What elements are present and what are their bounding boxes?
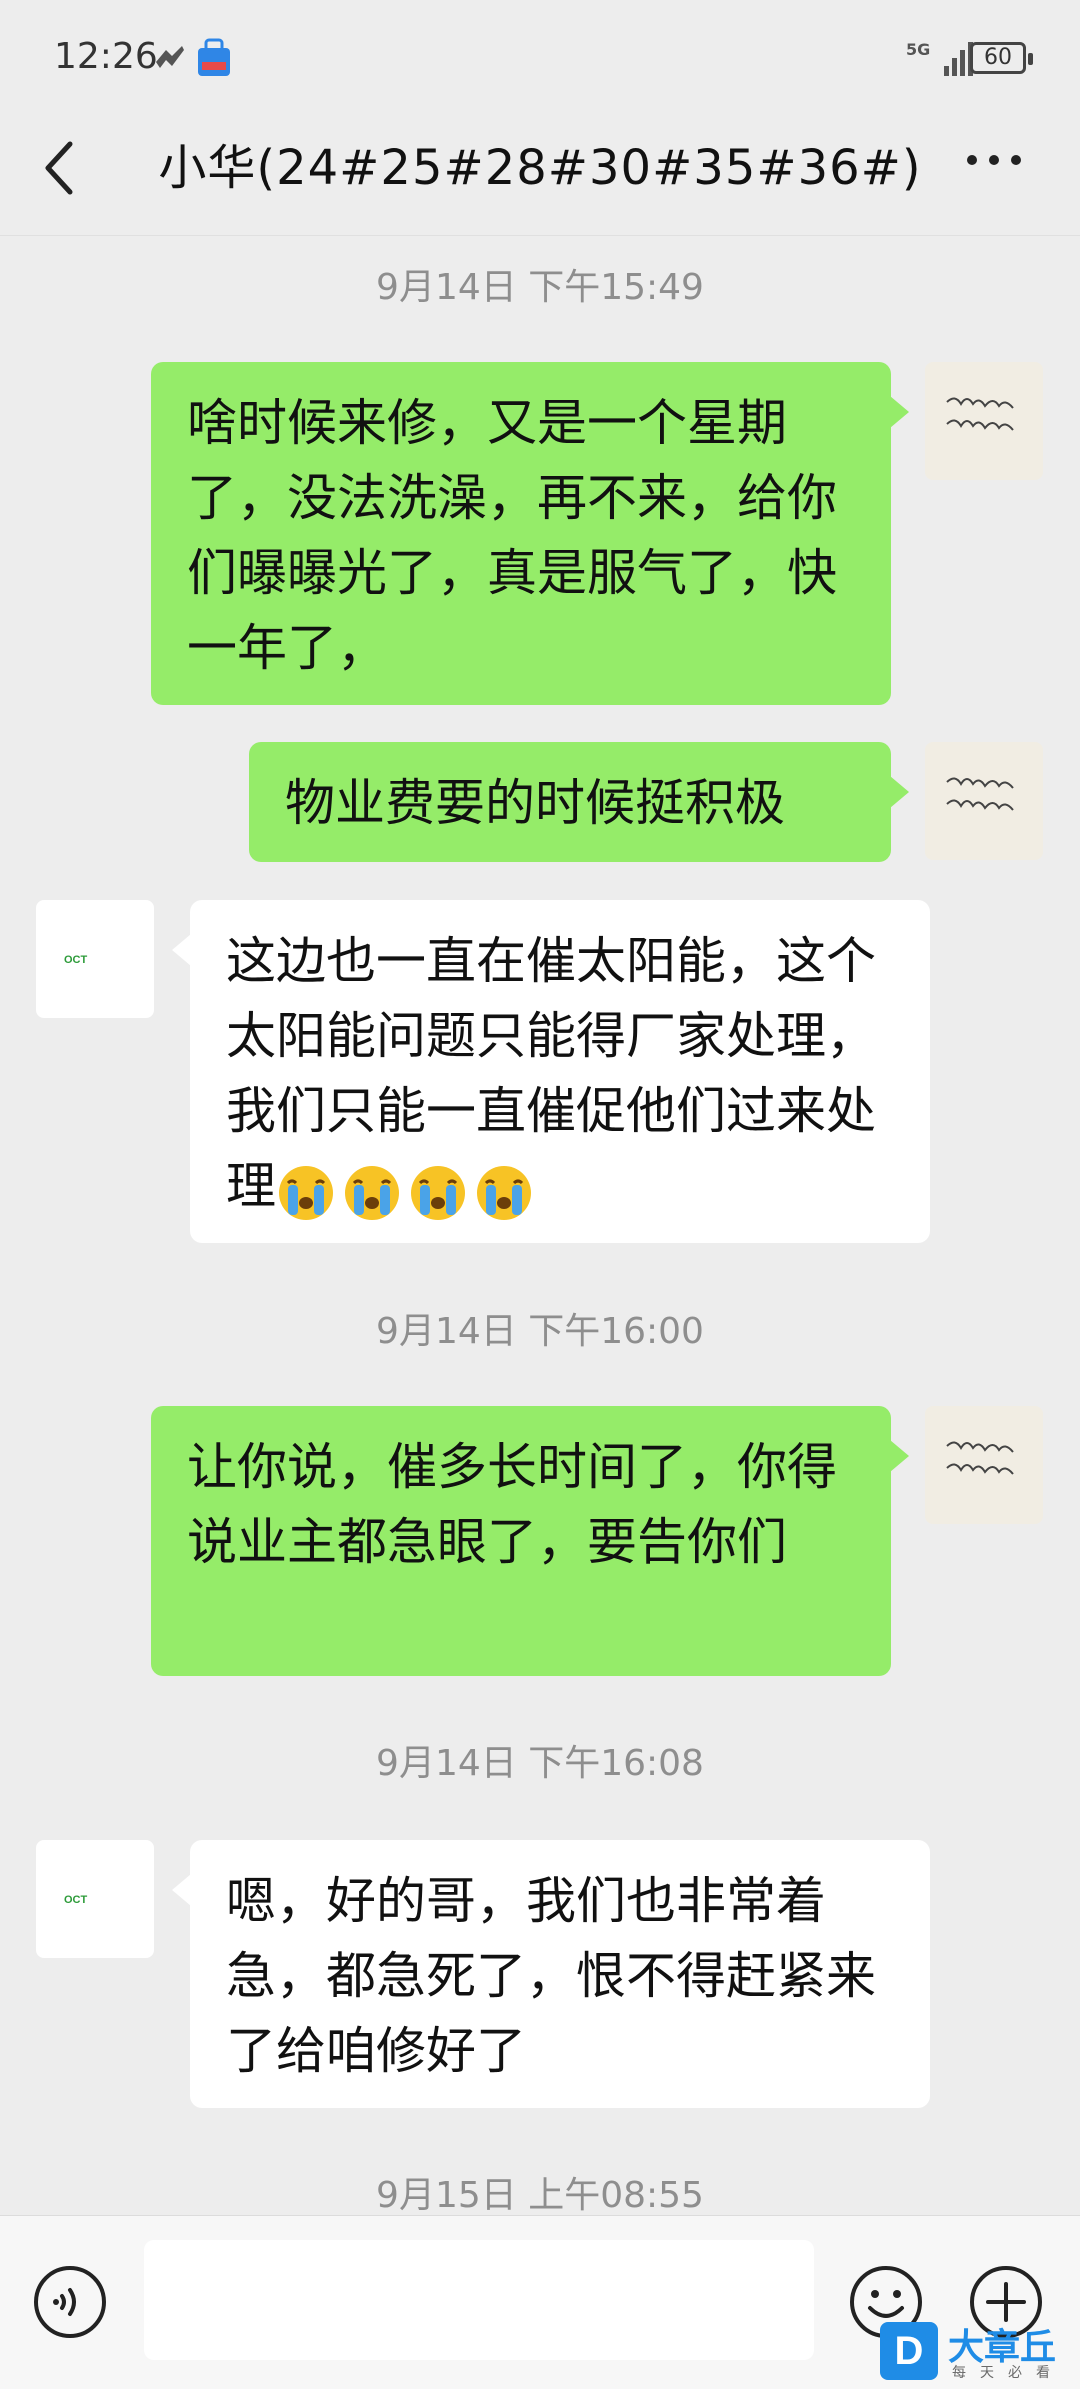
my-avatar[interactable] <box>925 1406 1043 1524</box>
loudly-crying-face-icon <box>279 1165 333 1220</box>
received-message-bubble[interactable]: 嗯，好的哥，我们也非常着急，都急死了，恨不得赶紧来了给咱修好了 <box>172 1840 930 2108</box>
watermark-logo: D <box>880 2322 938 2380</box>
watermark-tagline: 每天必看 <box>952 2365 1064 2381</box>
more-options-icon[interactable] <box>964 150 1024 170</box>
status-bar: 12:26 5G 60 <box>0 0 1080 120</box>
signal-icon <box>944 42 973 76</box>
contact-avatar[interactable]: OCT <box>36 900 154 1018</box>
contact-logo: OCT <box>64 1894 88 1906</box>
sent-message-bubble[interactable]: 物业费要的时候挺积极 <box>249 742 909 862</box>
sent-message-bubble[interactable]: 啥时候来修，又是一个星期了，没法洗澡，再不来，给你们曝曝光了，真是服气了，快一年… <box>151 362 909 705</box>
message-input[interactable] <box>144 2240 814 2360</box>
chat-title: 小华(24#25#28#30#35#36#) <box>158 140 922 196</box>
timestamp: 9月15日 上午08:55 <box>376 2175 704 2216</box>
shopping-app-icon <box>198 38 230 76</box>
loudly-crying-face-icon <box>477 1165 531 1220</box>
contact-logo: OCT <box>64 954 88 966</box>
my-avatar[interactable] <box>925 362 1043 480</box>
timestamp: 9月14日 下午16:00 <box>376 1311 704 1352</box>
handwriting-avatar-icon <box>946 397 1014 431</box>
handwriting-avatar-icon <box>946 1441 1014 1475</box>
voice-input-icon[interactable] <box>32 2264 108 2340</box>
loudly-crying-face-icon <box>345 1165 399 1220</box>
received-message-bubble[interactable]: 这边也一直在催太阳能，这个太阳能问题只能得厂家处理，我们只能一直催促他们过来处理 <box>172 900 930 1243</box>
timestamp: 9月14日 下午15:49 <box>376 267 704 308</box>
my-avatar[interactable] <box>925 742 1043 860</box>
emoji-row <box>276 1152 540 1227</box>
status-time: 12:26 <box>54 36 158 77</box>
app-notification-icon <box>156 46 184 68</box>
contact-avatar[interactable]: OCT <box>36 1840 154 1958</box>
battery-icon: 60 <box>970 42 1033 74</box>
loudly-crying-face-icon <box>411 1165 465 1220</box>
sent-message-bubble[interactable]: 让你说，催多长时间了，你得说业主都急眼了，要告你们 <box>151 1406 909 1676</box>
timestamp: 9月14日 下午16:08 <box>376 1743 704 1784</box>
handwriting-avatar-icon <box>946 777 1014 811</box>
